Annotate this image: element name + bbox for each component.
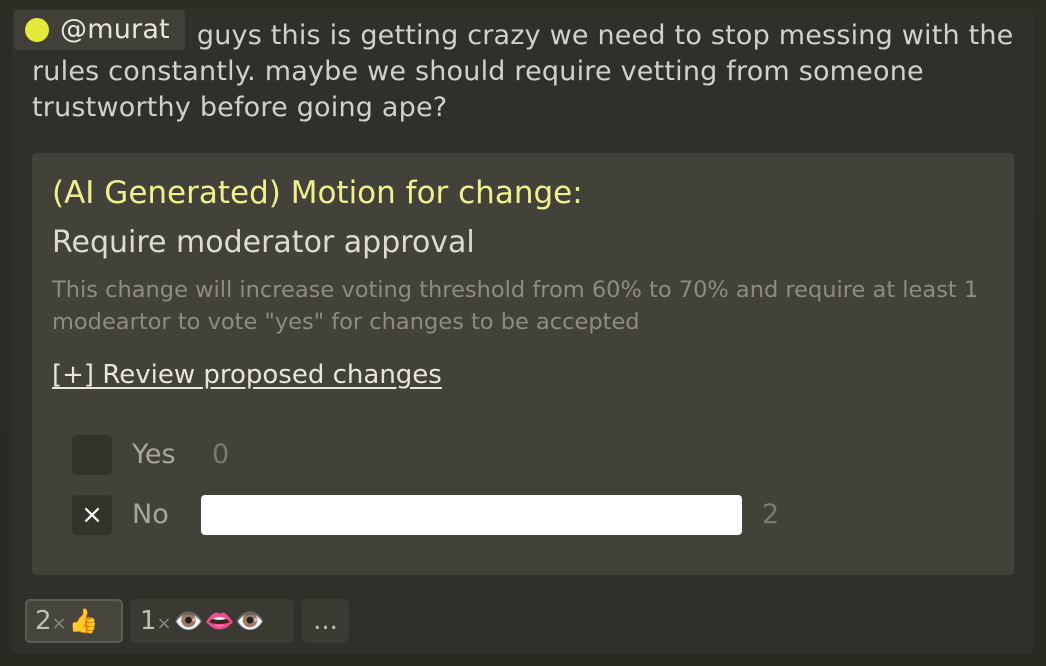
user-mention-chip[interactable]: @murat (14, 10, 185, 50)
vote-yes-count: 0 (212, 439, 230, 470)
vote-no-checkbox[interactable]: × (72, 495, 112, 535)
more-reactions-button[interactable]: ... (302, 599, 349, 643)
vote-option-no: × No 2 (72, 495, 992, 535)
times-glyph: × (51, 613, 67, 634)
chat-frame: @murat guys this is getting crazy we nee… (0, 0, 1046, 666)
review-changes-link[interactable]: [+] Review proposed changes (52, 357, 442, 393)
eyes-mouth-icon: 👁️👄👁️ (173, 607, 267, 635)
close-icon: × (81, 500, 103, 530)
reaction-count: 1 (140, 606, 157, 636)
motion-heading: (AI Generated) Motion for change: (52, 175, 583, 211)
vote-yes-checkbox[interactable] (72, 435, 112, 475)
reaction-thumbs-up[interactable]: 2×👍 (25, 599, 123, 643)
times-glyph: × (156, 613, 172, 634)
reaction-count: 2 (35, 606, 52, 636)
vote-no-bar (201, 495, 742, 535)
thumbs-up-icon: 👍 (68, 607, 100, 635)
motion-card: (AI Generated) Motion for change: Requir… (32, 153, 1014, 575)
author-name: @murat (60, 14, 170, 45)
motion-title: Require moderator approval (52, 225, 475, 260)
message-body: @murat guys this is getting crazy we nee… (14, 10, 1027, 126)
motion-description: This change will increase voting thresho… (52, 277, 979, 335)
vote-no-label: No (132, 499, 169, 530)
avatar (25, 18, 49, 42)
vote-no-bar-fill (201, 495, 742, 535)
vote-no-count: 2 (762, 499, 780, 530)
vote-option-yes: Yes 0 (72, 435, 992, 475)
vote-yes-label: Yes (132, 439, 176, 470)
reaction-eyes-mouth[interactable]: 1×👁️👄👁️ (130, 599, 294, 643)
